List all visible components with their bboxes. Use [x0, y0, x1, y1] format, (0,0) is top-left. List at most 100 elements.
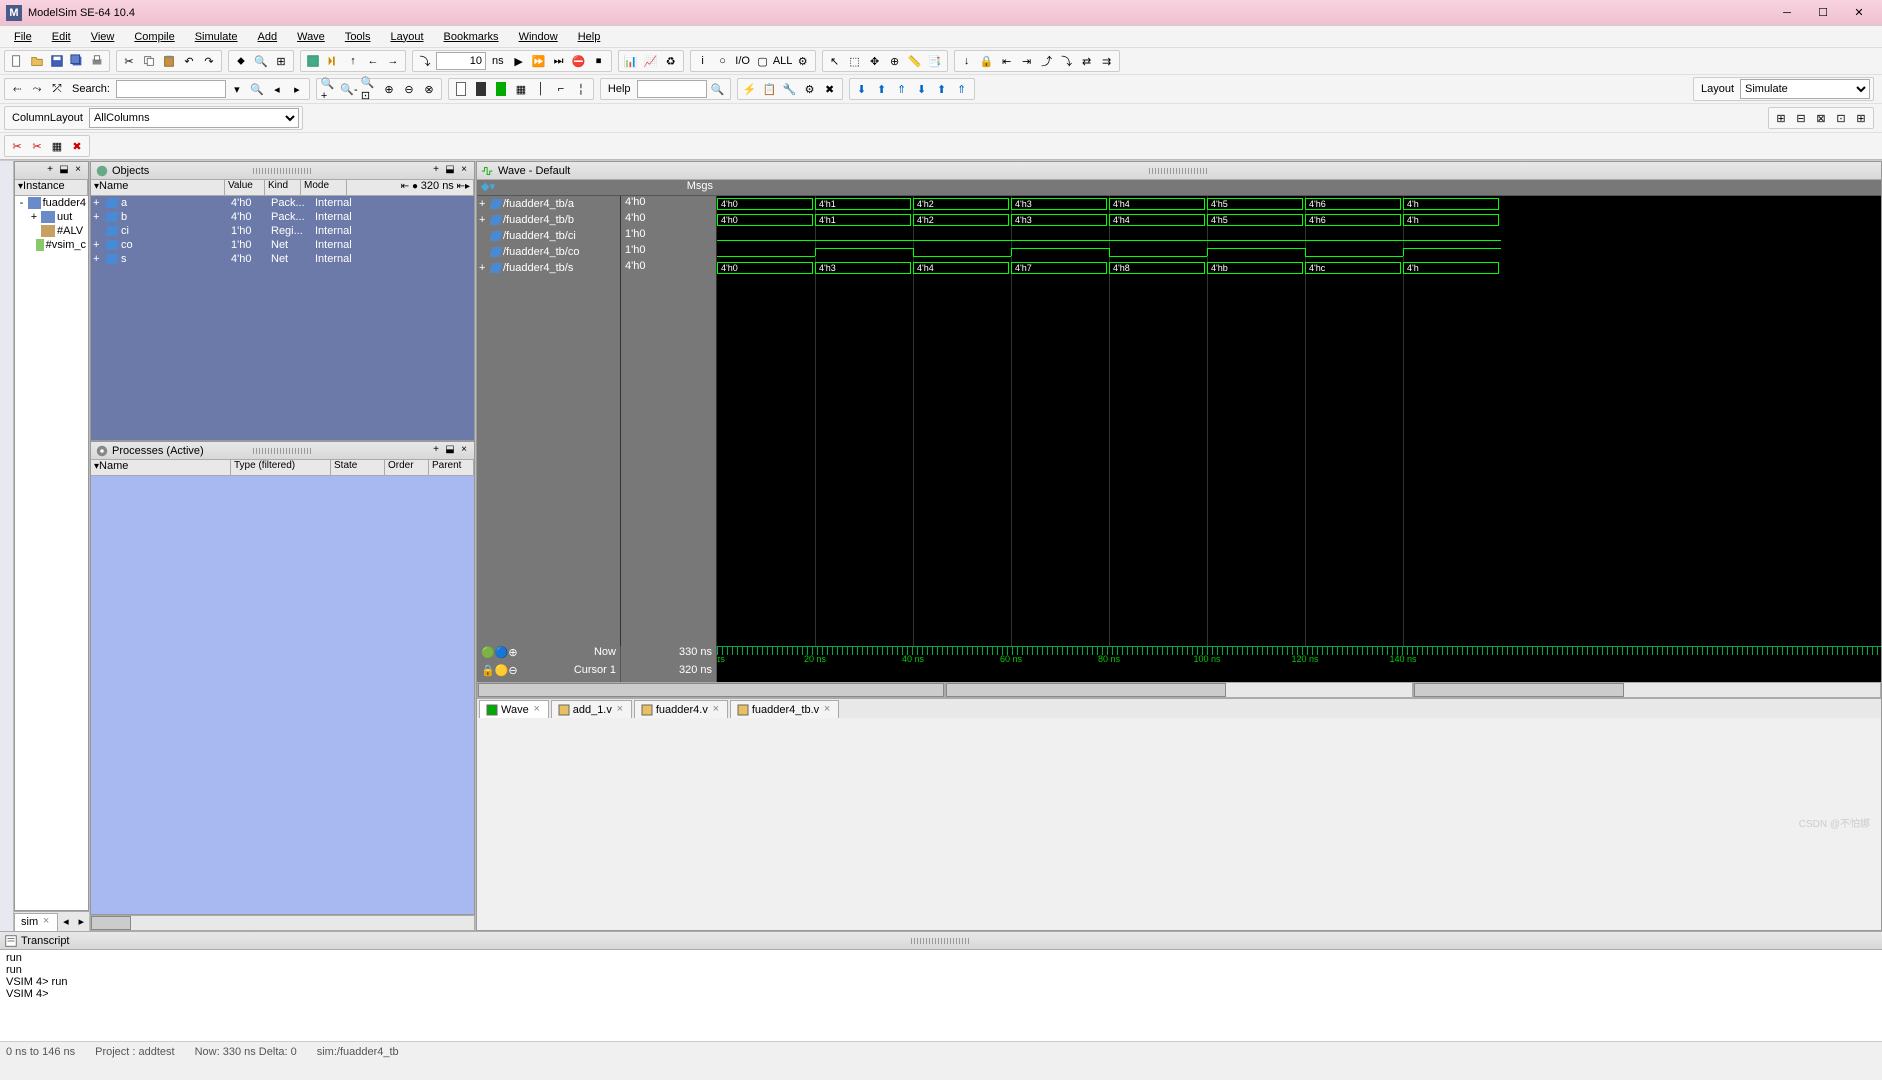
col-value[interactable]: Value — [225, 180, 265, 195]
right-arrow-icon[interactable]: → — [384, 52, 402, 70]
close-icon[interactable]: × — [711, 705, 721, 715]
tab-scroll-left-icon[interactable]: ◂ — [58, 913, 73, 931]
col-pname[interactable]: ▾Name — [91, 460, 231, 475]
dock2-icon[interactable]: ⊟ — [1792, 109, 1810, 127]
wave-single-icon[interactable]: │ — [532, 80, 550, 98]
menu-help[interactable]: Help — [570, 29, 609, 45]
restart-icon[interactable] — [304, 52, 322, 70]
zoom-out-icon[interactable]: 🔍- — [340, 80, 358, 98]
measure-icon[interactable]: 📏 — [906, 52, 924, 70]
search-prev-icon[interactable]: ◂ — [268, 80, 286, 98]
zoom-cursor-icon[interactable]: ⊕ — [380, 80, 398, 98]
file-tab[interactable]: fuadder4.v× — [634, 700, 728, 718]
falling-edge-icon[interactable]: ⤵ — [1058, 52, 1076, 70]
dock5-icon[interactable]: ⊞ — [1852, 109, 1870, 127]
tool5-icon[interactable]: ✖ — [821, 80, 839, 98]
nav-fwd-icon[interactable]: ⤳ — [28, 80, 46, 98]
menu-window[interactable]: Window — [511, 29, 566, 45]
edge-end-icon[interactable]: ⇉ — [1098, 52, 1116, 70]
col-mode[interactable]: Mode — [301, 180, 347, 195]
menu-edit[interactable]: Edit — [44, 29, 79, 45]
panel-close-icon[interactable]: × — [458, 445, 470, 457]
break-icon[interactable]: ⛔ — [570, 52, 588, 70]
menu-layout[interactable]: Layout — [383, 29, 432, 45]
tab-scroll-right-icon[interactable]: ▸ — [74, 913, 89, 931]
wave-multi-icon[interactable]: ╎ — [572, 80, 590, 98]
collapse-up-icon[interactable]: ⬆ — [933, 80, 951, 98]
menu-view[interactable]: View — [83, 29, 123, 45]
collapse-full-icon[interactable]: ⇑ — [953, 80, 971, 98]
compile-icon[interactable]: ⬥ — [232, 52, 250, 70]
col-porder[interactable]: Order — [385, 460, 429, 475]
search-go-icon[interactable]: 🔍 — [248, 80, 266, 98]
menu-bookmarks[interactable]: Bookmarks — [436, 29, 507, 45]
nav-back-icon[interactable]: ⬸ — [8, 80, 26, 98]
run-time-input[interactable] — [436, 52, 486, 70]
search-dropdown-icon[interactable]: ▾ — [228, 80, 246, 98]
bookmark-bar-icon[interactable]: 📑 — [926, 52, 944, 70]
stop-icon[interactable]: ⏹ — [590, 52, 608, 70]
rising-edge-icon[interactable]: ⤴ — [1038, 52, 1056, 70]
wave-signal-name[interactable]: /fuadder4_tb/co — [477, 244, 620, 260]
processes-list[interactable] — [91, 476, 474, 914]
paste-icon[interactable] — [160, 52, 178, 70]
pointer-icon[interactable]: ↖ — [826, 52, 844, 70]
close-icon[interactable]: × — [41, 917, 51, 927]
coverage-icon[interactable]: 📈 — [642, 52, 660, 70]
help-input[interactable] — [637, 80, 707, 98]
settings-icon[interactable]: ⊞ — [272, 52, 290, 70]
search-next-icon[interactable]: ▸ — [288, 80, 306, 98]
wave-bar3-icon[interactable] — [492, 80, 510, 98]
close-icon[interactable]: × — [615, 705, 625, 715]
objects-list[interactable]: +a4'h0Pack...Internal+b4'h0Pack...Intern… — [91, 196, 474, 440]
wave-signal-names[interactable]: +/fuadder4_tb/a+/fuadder4_tb/b/fuadder4_… — [477, 196, 621, 646]
wave-signal-name[interactable]: +/fuadder4_tb/s — [477, 260, 620, 276]
undo-icon[interactable]: ↶ — [180, 52, 198, 70]
object-row[interactable]: +a4'h0Pack...Internal — [91, 196, 474, 210]
help-go-icon[interactable]: 🔍 — [709, 80, 727, 98]
open-file-icon[interactable] — [28, 52, 46, 70]
run-icon[interactable]: ▶ — [510, 52, 528, 70]
hscroll[interactable] — [90, 915, 475, 931]
wave-grid-icon[interactable]: ▦ — [512, 80, 530, 98]
instance-header[interactable]: ▾Instance — [15, 180, 88, 195]
left-arrow-icon[interactable]: ← — [364, 52, 382, 70]
dock3-icon[interactable]: ⊠ — [1812, 109, 1830, 127]
nav-branch-icon[interactable]: ⤱ — [48, 80, 66, 98]
box-icon[interactable]: ▢ — [754, 52, 772, 70]
panel-dock-icon[interactable]: ⬓ — [444, 165, 456, 177]
wave-step-icon[interactable]: ⌐ — [552, 80, 570, 98]
cut-icon[interactable]: ✂ — [120, 52, 138, 70]
edge-next-icon[interactable]: ⇥ — [1018, 52, 1036, 70]
wave-bar1-icon[interactable] — [452, 80, 470, 98]
transcript-header[interactable]: Transcript — [0, 932, 1882, 950]
i-icon[interactable]: i — [694, 52, 712, 70]
maximize-button[interactable]: ☐ — [1814, 4, 1832, 22]
object-row[interactable]: ci1'h0Regi...Internal — [91, 224, 474, 238]
continue-icon[interactable]: ⏭ — [550, 52, 568, 70]
up-arrow-icon[interactable]: ↑ — [344, 52, 362, 70]
close-icon[interactable]: × — [532, 705, 542, 715]
dock1-icon[interactable]: ⊞ — [1772, 109, 1790, 127]
edge-prev-icon[interactable]: ⇤ — [998, 52, 1016, 70]
expand-down-icon[interactable]: ⬇ — [853, 80, 871, 98]
chart-icon[interactable]: 📊 — [622, 52, 640, 70]
tool4-icon[interactable]: ⚙ — [801, 80, 819, 98]
io-icon[interactable]: I/O — [734, 52, 752, 70]
new-file-icon[interactable] — [8, 52, 26, 70]
panel-add-icon[interactable]: + — [44, 165, 56, 177]
file-tab[interactable]: fuadder4_tb.v× — [730, 700, 839, 718]
wave-hscroll[interactable] — [1413, 682, 1881, 698]
tool2-icon[interactable]: 📋 — [761, 80, 779, 98]
cursor-add-icon[interactable]: ↓ — [958, 52, 976, 70]
cursor-row[interactable]: 🔒🟡⊖Cursor 1 320 ns — [477, 664, 1881, 682]
msgs-hscroll[interactable] — [945, 682, 1413, 698]
col-pstate[interactable]: State — [331, 460, 385, 475]
menu-wave[interactable]: Wave — [289, 29, 333, 45]
menu-file[interactable]: File — [6, 29, 40, 45]
all-icon[interactable]: ALL — [774, 52, 792, 70]
panel-close-icon[interactable]: × — [458, 165, 470, 177]
tool1-icon[interactable]: ⚡ — [741, 80, 759, 98]
time-marker[interactable]: ⇤ ● 320 ns ⇤▸ — [347, 180, 474, 195]
select-icon[interactable]: ⬚ — [846, 52, 864, 70]
